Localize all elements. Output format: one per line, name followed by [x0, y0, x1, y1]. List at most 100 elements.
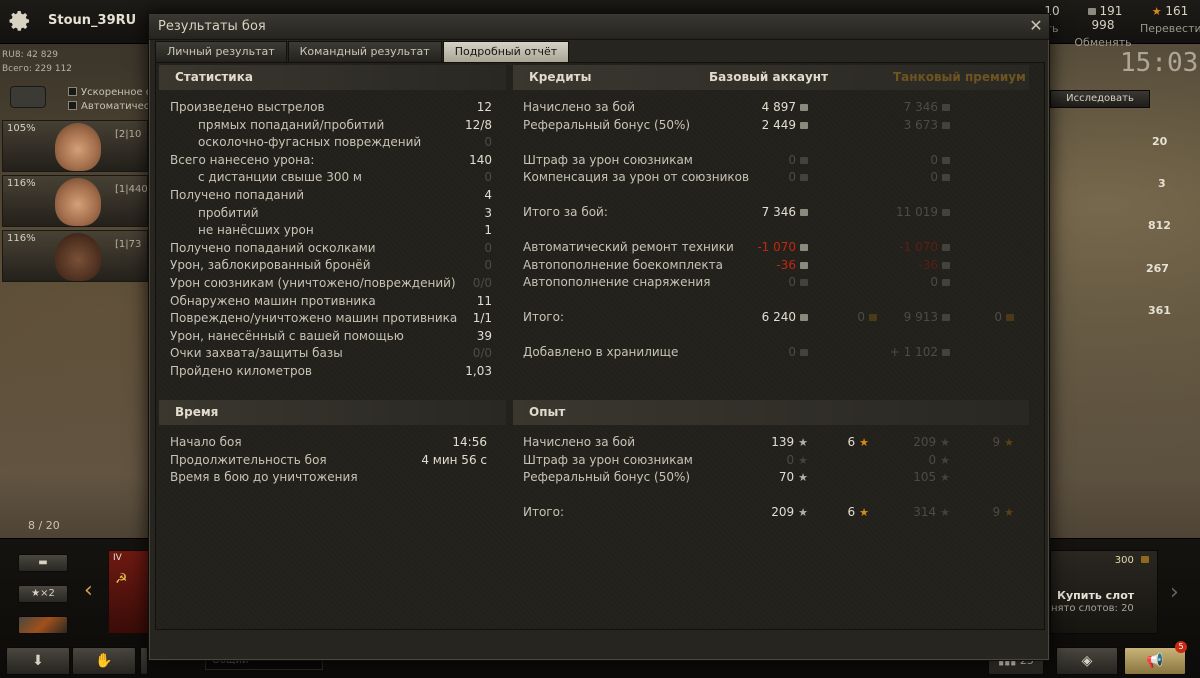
- credits-amount: 191 998: [1091, 4, 1123, 32]
- chat-button[interactable]: [140, 647, 148, 675]
- option-label: Ускоренное о: [81, 87, 152, 98]
- credits-icon: [942, 156, 950, 164]
- credit-row: Добавлено в хранилище 0 + 1 102: [523, 344, 1029, 361]
- credit-row: Автопополнение боекомплекта -36 -36: [523, 257, 1029, 274]
- free-xp-base-value: 6 ★: [847, 504, 869, 521]
- xp-star-icon: ★: [940, 471, 950, 485]
- stat-label: Обнаружено машин противника: [170, 293, 376, 308]
- credit-premium-amount: -36: [918, 257, 938, 272]
- time-value: 4 мин 56 с: [421, 452, 487, 467]
- gold-premium-amount: 0: [994, 310, 1002, 325]
- credits-header: Кредиты Базовый аккаунт Танковый премиум: [513, 65, 1029, 90]
- gold-base-amount: 0: [857, 310, 865, 325]
- tank-icon: ▬: [38, 557, 48, 568]
- xp-row: Штраф за урон союзникам 0 ★ 0 ★: [523, 452, 1029, 469]
- credit-base-amount: 4 897: [761, 100, 796, 114]
- xp-premium-amount: 105: [913, 470, 937, 485]
- premium-column: Танковый премиум: [893, 70, 1026, 84]
- accelerated-training-option[interactable]: Ускоренное о: [68, 87, 152, 98]
- credit-label: Штраф за урон союзникам: [523, 152, 693, 167]
- credit-base-value: 0: [788, 152, 808, 169]
- credit-row: Автоматический ремонт техники -1 070 -1 07…: [523, 239, 1029, 256]
- stat-value: 1: [484, 223, 492, 238]
- credit-label: Итого:: [523, 310, 564, 325]
- tank-card[interactable]: IV ☭: [108, 550, 150, 634]
- camo-button[interactable]: [18, 616, 68, 634]
- credit-label: Компенсация за урон от союзников: [523, 170, 750, 185]
- tab-team-result[interactable]: Командный результат: [287, 41, 442, 62]
- credit-premium-value: 7 346: [904, 99, 950, 116]
- credit-row: Итого: 6 240 0 9 913 0: [523, 309, 1029, 326]
- handshake-button[interactable]: ✋: [72, 647, 136, 675]
- stat-row: Получено попаданий 4: [170, 187, 492, 204]
- checkbox-icon: [68, 101, 77, 110]
- crew-number: [2|10: [115, 129, 142, 140]
- xp-premium-value: 0 ★: [928, 452, 950, 469]
- credit-base-value: 4 897: [762, 99, 808, 116]
- time-header: Время: [159, 400, 506, 425]
- crew-toggle-button[interactable]: [10, 86, 46, 108]
- credit-premium-value: -1 070: [899, 239, 950, 256]
- stat-value: 11: [476, 293, 492, 308]
- credit-label: Реферальный бонус (50%): [523, 117, 691, 132]
- download-button[interactable]: ⬇: [6, 647, 70, 675]
- time-row: Время в бою до уничтожения: [170, 469, 487, 486]
- time-row: Продолжительность боя 4 мин 56 с: [170, 452, 487, 469]
- gold-icon: [1141, 556, 1149, 563]
- ammo-button[interactable]: ★×2: [18, 585, 68, 603]
- free-xp-premium-amount: 9: [992, 505, 1001, 519]
- download-icon: ⬇: [32, 653, 44, 669]
- slot-price: 300: [1115, 555, 1149, 566]
- carousel-left-arrow-icon[interactable]: ‹: [84, 578, 93, 603]
- credits-icon: [942, 279, 950, 287]
- credit-base-value: 6 240: [762, 309, 808, 326]
- tank-stat: 812: [1148, 219, 1171, 232]
- credits-icon: [942, 261, 950, 269]
- credit-premium-value: 11 019: [896, 204, 950, 221]
- close-icon[interactable]: ✕: [1027, 17, 1045, 35]
- crew-portrait: [55, 233, 101, 281]
- credit-base-value: 7 346: [762, 204, 808, 221]
- carousel-right-arrow-icon[interactable]: ›: [1170, 580, 1179, 605]
- stat-row: прямых попаданий/пробитий 12/8: [198, 117, 492, 134]
- research-button[interactable]: Исследовать: [1050, 90, 1150, 108]
- credits-icon: [942, 104, 950, 111]
- stat-row: Урон, нанесённый с вашей помощью 39: [170, 328, 492, 345]
- xp-base-amount: 209: [771, 505, 795, 519]
- battle-results-window: Результаты боя ✕ Личный результат Команд…: [148, 13, 1050, 661]
- crew-member-card[interactable]: 105% [2|10: [2, 120, 148, 172]
- xp-star-icon: ★: [798, 436, 808, 449]
- crew-member-card[interactable]: 116% [1|440: [2, 175, 148, 227]
- username[interactable]: Stoun_39RU: [48, 13, 136, 28]
- option-label: Автоматичес: [81, 101, 150, 112]
- crew-skill: 116%: [7, 233, 36, 244]
- tank-stat: 20: [1152, 135, 1168, 148]
- xp-star-icon: ★: [940, 506, 950, 519]
- credit-row: Компенсация за урон от союзников 0 0: [523, 169, 1029, 186]
- xp-base-value: 139 ★: [771, 434, 808, 451]
- credit-base-amount: 0: [788, 170, 796, 185]
- currency-credits[interactable]: 191 998 Обменять: [1072, 4, 1134, 49]
- clan-button[interactable]: ◈: [1056, 647, 1118, 675]
- transfer-button[interactable]: Перевести: [1140, 22, 1200, 35]
- stat-row: Пройдено километров 1,03: [170, 363, 492, 380]
- stat-value: 12/8: [465, 117, 492, 132]
- credits-icon: [800, 209, 808, 217]
- credit-base-amount: 6 240: [761, 310, 796, 325]
- stat-label: Очки захвата/защиты базы: [170, 346, 343, 361]
- tank-filter-button[interactable]: ▬: [18, 554, 68, 572]
- credits-icon: [1087, 8, 1096, 15]
- crew-skill: 105%: [7, 123, 36, 134]
- free-xp-base-amount: 6: [847, 435, 856, 449]
- currency-free-xp[interactable]: ★ 161 Перевести: [1140, 4, 1200, 35]
- crew-member-card[interactable]: 116% [1|73: [2, 230, 148, 282]
- slots-used: нято слотов: 20: [1051, 603, 1134, 614]
- auto-option[interactable]: Автоматичес: [68, 101, 149, 112]
- credit-base-amount: -36: [776, 257, 796, 272]
- tab-personal-result[interactable]: Личный результат: [155, 41, 287, 62]
- free-xp-star-icon: ★: [859, 436, 869, 449]
- stat-label: Повреждено/уничтожено машин противника: [170, 311, 458, 326]
- tab-detailed-report[interactable]: Подробный отчёт: [442, 41, 570, 62]
- buy-slot-card[interactable]: 300 Купить слот нято слотов: 20: [1050, 550, 1158, 634]
- settings-gear-icon[interactable]: [8, 9, 32, 33]
